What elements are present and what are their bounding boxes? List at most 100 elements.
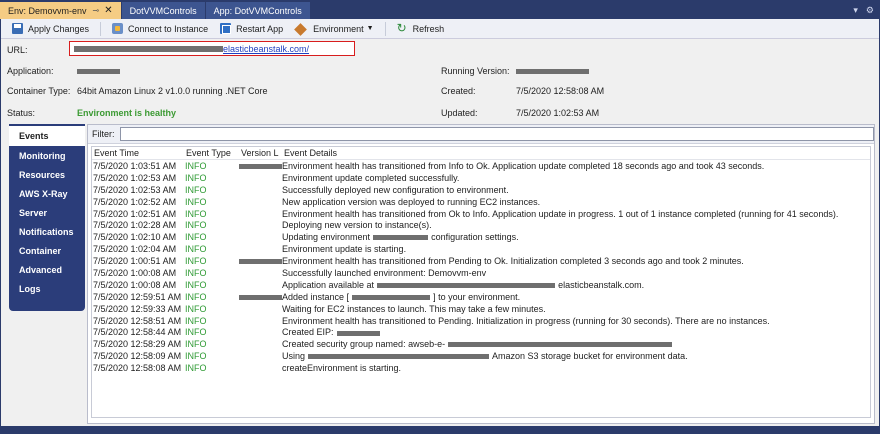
event-time-cell: 7/5/2020 1:00:08 AM bbox=[93, 279, 177, 290]
sidebar-item-logs[interactable]: Logs bbox=[9, 279, 85, 298]
event-type-cell: INFO bbox=[185, 244, 207, 255]
table-row[interactable]: 7/5/2020 1:02:28 AM INFO Deploying new ver… bbox=[92, 219, 870, 231]
refresh-icon: ↻ bbox=[396, 21, 407, 35]
environment-url-link[interactable]: elasticbeanstalk.com/ bbox=[74, 44, 309, 54]
table-row[interactable]: 7/5/2020 12:58:09 AM INFO Using Amazon S3 s… bbox=[92, 350, 870, 362]
details-text: Updating environment bbox=[282, 232, 371, 243]
table-row[interactable]: 7/5/2020 1:00:08 AM INFO Successfully laun… bbox=[92, 267, 870, 279]
updated-value: 7/5/2020 1:02:53 AM bbox=[516, 108, 600, 118]
close-icon[interactable]: ✕ bbox=[104, 5, 112, 16]
event-type-cell: INFO bbox=[185, 279, 207, 290]
events-grid[interactable]: Event Time Event Type Version L Event De… bbox=[91, 146, 871, 418]
event-details-cell: Environment health has transitioned from… bbox=[282, 208, 839, 219]
restart-app-button[interactable]: Restart App bbox=[215, 20, 288, 38]
table-row[interactable]: 7/5/2020 12:58:29 AM INFO Created security… bbox=[92, 338, 870, 350]
details-text: ] to your environment. bbox=[433, 291, 521, 302]
tab-dropdown-icon[interactable]: ▾ bbox=[853, 5, 858, 16]
tab-label: DotVVMControls bbox=[129, 5, 197, 16]
version-label-cell bbox=[239, 161, 282, 171]
settings-icon[interactable]: ⚙ bbox=[866, 5, 874, 16]
sidebar-nav: Events Monitoring Resources AWS X-Ray Se… bbox=[9, 124, 85, 311]
event-details-cell: Environment health has transitioned to P… bbox=[282, 315, 770, 326]
connect-to-instance-button[interactable]: Connect to Instance bbox=[107, 20, 213, 38]
table-row[interactable]: 7/5/2020 1:00:08 AM INFO Application avail… bbox=[92, 279, 870, 291]
table-row[interactable]: 7/5/2020 1:02:52 AM INFO New application v… bbox=[92, 196, 870, 208]
event-details-cell: Created security group named: awseb-e- bbox=[282, 339, 870, 349]
table-row[interactable]: 7/5/2020 1:02:10 AM INFO Updating environm… bbox=[92, 231, 870, 243]
redacted-text bbox=[74, 45, 223, 52]
event-details-cell: Environment update completed successfull… bbox=[282, 172, 460, 183]
event-type-cell: INFO bbox=[185, 160, 207, 171]
pin-icon[interactable]: ⊸ bbox=[93, 6, 100, 15]
redacted-text bbox=[373, 235, 429, 241]
event-time-cell: 7/5/2020 12:59:33 AM bbox=[93, 303, 182, 314]
sidebar-item-advanced[interactable]: Advanced bbox=[9, 260, 85, 279]
tab-dotvvmcontrols[interactable]: DotVVMControls bbox=[121, 2, 205, 19]
version-label-cell bbox=[239, 256, 282, 266]
event-type-cell: INFO bbox=[185, 291, 207, 302]
details-text: Created security group named: awseb-e- bbox=[282, 339, 446, 350]
grid-body: 7/5/2020 1:03:51 AM INFO Environment healt… bbox=[92, 160, 870, 374]
column-header-event-details[interactable]: Event Details bbox=[282, 148, 870, 158]
sidebar-item-monitoring[interactable]: Monitoring bbox=[9, 146, 85, 165]
filter-input[interactable] bbox=[119, 127, 874, 141]
table-row[interactable]: 7/5/2020 12:59:33 AM INFO Waiting for EC2 … bbox=[92, 303, 870, 315]
table-row[interactable]: 7/5/2020 1:02:53 AM INFO Environment updat… bbox=[92, 172, 870, 184]
event-time-cell: 7/5/2020 12:59:51 AM bbox=[93, 291, 182, 302]
created-label: Created: bbox=[441, 86, 476, 96]
redacted-text bbox=[377, 282, 556, 288]
event-details-cell: Environment health has transitioned from… bbox=[282, 160, 765, 171]
table-row[interactable]: 7/5/2020 12:58:08 AM INFO createEnvironmen… bbox=[92, 362, 870, 374]
sidebar-item-resources[interactable]: Resources bbox=[9, 165, 85, 184]
table-row[interactable]: 7/5/2020 12:59:51 AM INFO Added instance [… bbox=[92, 291, 870, 303]
apply-changes-button[interactable]: Apply Changes bbox=[7, 20, 94, 38]
details-text: Added instance [ bbox=[282, 291, 350, 302]
table-row[interactable]: 7/5/2020 1:02:04 AM INFO Environment updat… bbox=[92, 243, 870, 255]
table-row[interactable]: 7/5/2020 12:58:44 AM INFO Created EIP: bbox=[92, 326, 870, 338]
table-row[interactable]: 7/5/2020 1:02:53 AM INFO Successfully depl… bbox=[92, 184, 870, 196]
event-time-cell: 7/5/2020 12:58:29 AM bbox=[93, 339, 182, 350]
environment-label: Environment bbox=[313, 23, 364, 34]
tab-app-dotvvmcontrols[interactable]: App: DotVVMControls bbox=[205, 2, 310, 19]
redacted-text bbox=[308, 354, 490, 360]
tab-env-demovvm[interactable]: Env: Demovvm-env ⊸ ✕ bbox=[0, 2, 121, 19]
event-time-cell: 7/5/2020 1:02:10 AM bbox=[93, 232, 177, 243]
sidebar-item-server[interactable]: Server bbox=[9, 203, 85, 222]
column-header-event-time[interactable]: Event Time bbox=[92, 148, 184, 158]
document-tab-strip: Env: Demovvm-env ⊸ ✕ DotVVMControls App:… bbox=[0, 0, 880, 19]
redacted-text bbox=[352, 294, 431, 300]
table-row[interactable]: 7/5/2020 12:58:51 AM INFO Environment heal… bbox=[92, 315, 870, 327]
column-header-version-label[interactable]: Version L bbox=[239, 148, 282, 158]
event-type-cell: INFO bbox=[185, 339, 207, 350]
event-type-cell: INFO bbox=[185, 351, 207, 362]
redacted-text bbox=[239, 259, 282, 265]
sidebar-item-notifications[interactable]: Notifications bbox=[9, 222, 85, 241]
event-details-cell: Environment update is starting. bbox=[282, 244, 407, 255]
table-row[interactable]: 7/5/2020 1:00:51 AM INFO Environment healt… bbox=[92, 255, 870, 267]
sidebar-item-container[interactable]: Container bbox=[9, 241, 85, 260]
environment-dropdown-button[interactable]: Environment ▼ bbox=[290, 20, 378, 38]
event-time-cell: 7/5/2020 1:02:28 AM bbox=[93, 220, 177, 231]
table-row[interactable]: 7/5/2020 1:02:51 AM INFO Environment healt… bbox=[92, 208, 870, 220]
event-type-cell: INFO bbox=[185, 232, 207, 243]
event-details-cell: Application available at elasticbeanstalk… bbox=[282, 280, 870, 290]
table-row[interactable]: 7/5/2020 1:03:51 AM INFO Environment healt… bbox=[92, 160, 870, 172]
event-type-cell: INFO bbox=[185, 303, 207, 314]
created-value: 7/5/2020 12:58:08 AM bbox=[516, 86, 605, 96]
refresh-button[interactable]: ↻ Refresh bbox=[392, 20, 450, 38]
event-type-cell: INFO bbox=[185, 256, 207, 267]
sidebar-item-aws-x-ray[interactable]: AWS X-Ray bbox=[9, 184, 85, 203]
column-header-event-type[interactable]: Event Type bbox=[184, 148, 239, 158]
event-time-cell: 7/5/2020 1:02:53 AM bbox=[93, 172, 177, 183]
sidebar-item-events[interactable]: Events bbox=[9, 124, 85, 146]
apply-changes-label: Apply Changes bbox=[28, 23, 90, 34]
url-suffix: elasticbeanstalk.com/ bbox=[223, 43, 310, 54]
details-text: Application available at bbox=[282, 279, 375, 290]
application-value bbox=[77, 66, 120, 76]
event-type-cell: INFO bbox=[185, 172, 207, 183]
toolbar-separator bbox=[384, 21, 386, 36]
event-type-cell: INFO bbox=[185, 363, 207, 374]
details-area: Events Monitoring Resources AWS X-Ray Se… bbox=[9, 124, 875, 424]
application-label: Application: bbox=[7, 66, 54, 76]
toolbar-separator bbox=[100, 21, 102, 36]
